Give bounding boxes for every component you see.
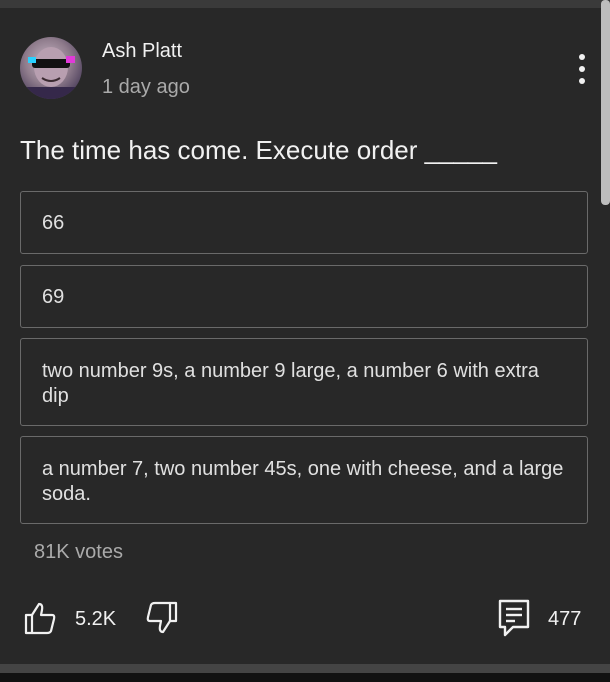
- comment-button[interactable]: [497, 598, 531, 638]
- comment-count: 477: [548, 608, 582, 630]
- avatar-image: [20, 47, 82, 99]
- bottom-divider: [0, 664, 610, 682]
- more-options-button[interactable]: [570, 52, 594, 86]
- avatar[interactable]: [20, 37, 82, 99]
- poll-option-label: two number 9s, a number 9 large, a numbe…: [42, 360, 539, 407]
- author-name[interactable]: Ash Platt: [102, 40, 182, 63]
- more-vertical-icon: [579, 54, 585, 84]
- poll-option[interactable]: 66: [20, 191, 588, 254]
- poll-option-label: a number 7, two number 45s, one with che…: [42, 458, 564, 505]
- post-text: The time has come. Execute order _____: [20, 135, 497, 165]
- like-count: 5.2K: [75, 608, 117, 630]
- poll-option[interactable]: 69: [20, 265, 588, 328]
- comment-icon: [498, 599, 530, 637]
- poll-option[interactable]: two number 9s, a number 9 large, a numbe…: [20, 338, 588, 426]
- poll-option[interactable]: a number 7, two number 45s, one with che…: [20, 436, 588, 524]
- post-time: 1 day ago: [102, 76, 190, 98]
- like-button[interactable]: [22, 600, 58, 636]
- top-divider: [0, 0, 610, 8]
- thumbs-down-icon: [146, 601, 178, 634]
- scrollbar[interactable]: [601, 0, 610, 205]
- thumbs-up-icon: [24, 602, 56, 635]
- poll-option-label: 66: [42, 212, 65, 234]
- poll-vote-count: 81K votes: [34, 541, 123, 563]
- poll-option-label: 69: [42, 286, 65, 308]
- dislike-button[interactable]: [144, 600, 180, 636]
